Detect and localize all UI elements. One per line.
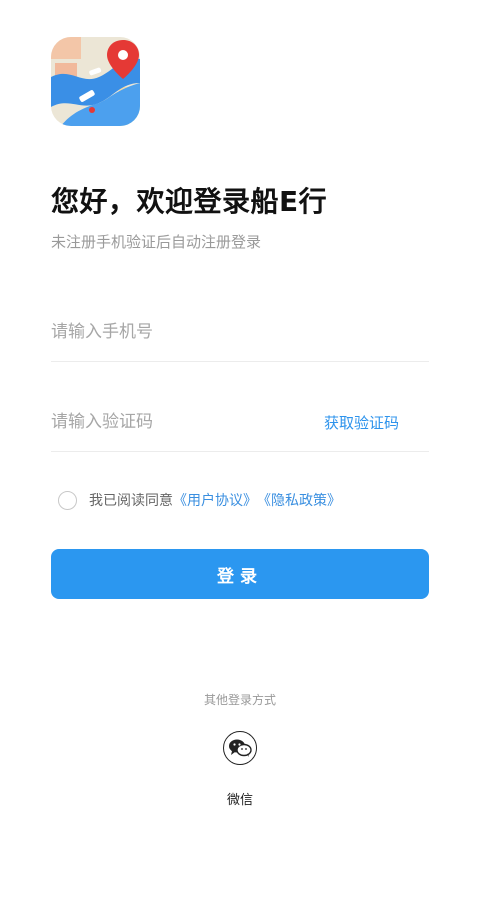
wechat-icon (229, 739, 252, 757)
agreement-row: 我已阅读同意 《用户协议》 《隐私政策》 (58, 490, 341, 510)
verification-code-input[interactable] (51, 392, 301, 452)
other-login-label: 其他登录方式 (203, 693, 276, 707)
app-logo (51, 37, 140, 126)
phone-field (51, 302, 429, 362)
map-logo-icon (51, 37, 140, 126)
phone-input[interactable] (51, 302, 301, 362)
agreement-checkbox[interactable] (58, 490, 77, 510)
agreement-prefix: 我已阅读同意 (89, 493, 173, 509)
wechat-login-button[interactable] (223, 731, 257, 765)
login-button[interactable]: 登录 (51, 549, 429, 599)
privacy-policy-link[interactable]: 《隐私政策》 (257, 490, 341, 510)
wechat-label: 微信 (226, 793, 253, 808)
get-code-button[interactable]: 获取验证码 (324, 412, 399, 433)
user-agreement-link[interactable]: 《用户协议》 (173, 490, 257, 510)
code-field: 获取验证码 (51, 392, 429, 452)
page-title: 您好，欢迎登录船E行 (51, 185, 328, 218)
page-subtitle: 未注册手机验证后自动注册登录 (51, 233, 262, 251)
